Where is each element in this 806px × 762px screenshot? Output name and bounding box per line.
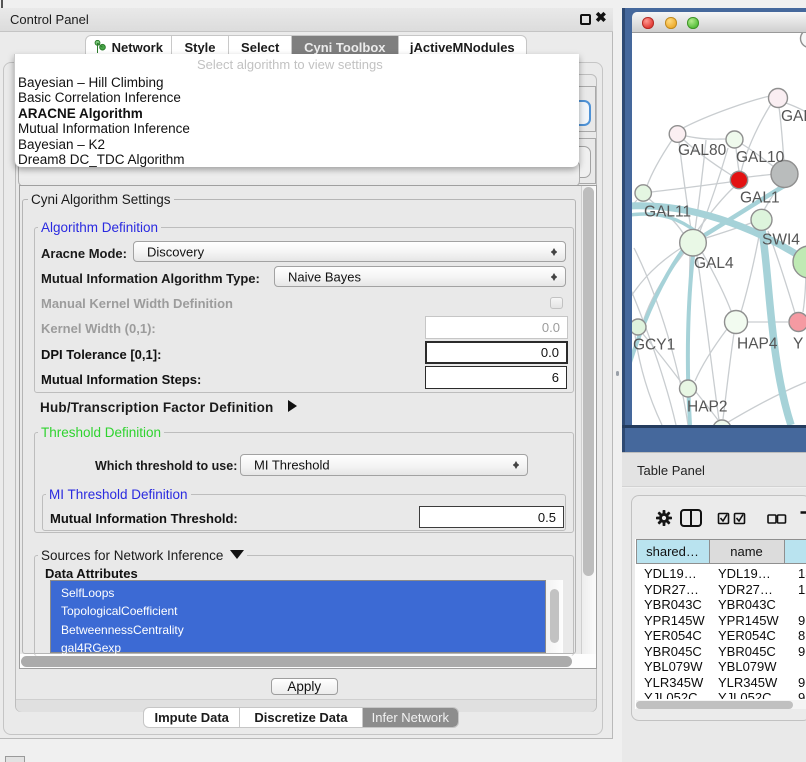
svg-text:HAP4: HAP4	[737, 336, 778, 353]
svg-text:GAL80: GAL80	[678, 142, 727, 159]
svg-text:Y: Y	[793, 336, 803, 353]
svg-text:GAL10: GAL10	[736, 149, 785, 166]
svg-text:GAL: GAL	[781, 108, 806, 125]
svg-text:GAL1: GAL1	[740, 190, 780, 207]
svg-text:HAP2: HAP2	[687, 399, 728, 416]
svg-text:GAL4: GAL4	[694, 255, 734, 272]
svg-text:GCY1: GCY1	[633, 337, 675, 354]
svg-text:GAL11: GAL11	[644, 204, 691, 221]
svg-text:SWI4: SWI4	[762, 232, 800, 249]
